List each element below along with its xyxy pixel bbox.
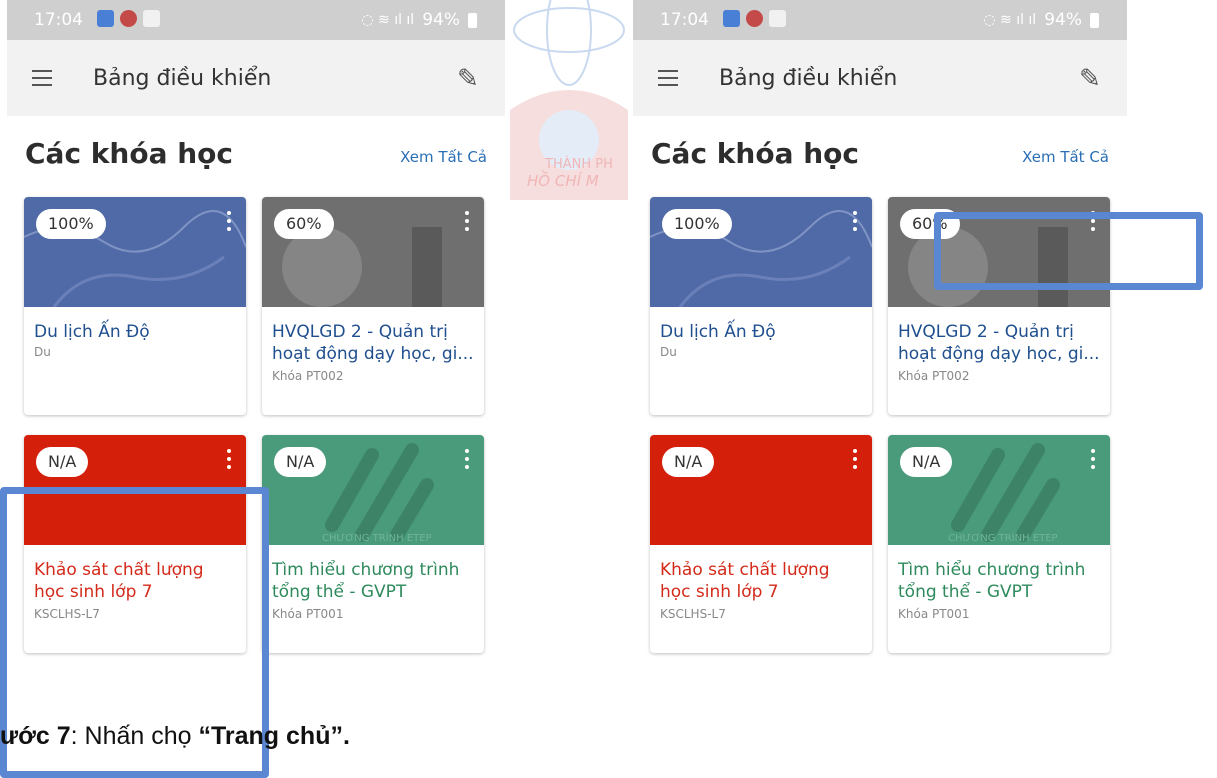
course-code: Khóa PT002 [272, 369, 344, 383]
watermark-line-1: THÀNH PH [544, 156, 613, 172]
pencil-edit-icon[interactable]: ✎ [457, 64, 485, 94]
instruction-caption: ước 7: Nhấn chọ “Trang chủ”. [0, 722, 350, 751]
course-code: Du [34, 345, 51, 359]
pencil-edit-icon[interactable]: ✎ [1079, 64, 1107, 94]
more-options-icon[interactable] [226, 449, 232, 469]
course-code: Du [660, 345, 677, 359]
watermark-logo: THÀNH PH HỒ CHÍ M [510, 0, 628, 200]
course-title: Du lịch Ấn Độ [660, 322, 776, 342]
course-title: Khảo sát chất lượng học sinh lớp 7 [660, 560, 830, 602]
status-time: 17:04 [34, 10, 83, 30]
see-all-link[interactable]: Xem Tất Cả [400, 148, 487, 166]
more-options-icon[interactable] [852, 449, 858, 469]
see-all-link[interactable]: Xem Tất Cả [1022, 148, 1109, 166]
battery-level: 94% [422, 10, 460, 30]
course-title: Tìm hiểu chương trình tổng thể - GVPT [898, 560, 1086, 602]
hamburger-menu-icon[interactable] [32, 70, 52, 86]
progress-badge: N/A [36, 447, 89, 477]
status-bar: 17:04 ◌ ≋ ıl ıl 94% [633, 0, 1127, 40]
course-title: HVQLGD 2 - Quản trị hoạt động dạy học, g… [898, 322, 1100, 364]
battery-icon [468, 12, 477, 28]
section-title: Các khóa học [651, 137, 859, 170]
course-card[interactable]: CHƯƠNG TRÌNH ETEP N/A Tìm hiểu chương tr… [262, 435, 484, 653]
caption-step: ước 7 [0, 722, 71, 750]
app-bar: Bảng điều khiển ✎ [633, 40, 1127, 116]
status-time: 17:04 [660, 10, 709, 30]
caption-target: “Trang chủ”. [198, 722, 350, 750]
phone-screenshot-right: 17:04 ◌ ≋ ıl ıl 94% Bảng điều khiển ✎ Cá… [633, 0, 1127, 700]
app-bar-title: Bảng điều khiển [719, 66, 898, 91]
notification-icons [723, 10, 786, 27]
course-code: Khóa PT001 [272, 607, 344, 621]
course-code: KSCLHS-L7 [660, 607, 726, 621]
battery-icon [1090, 12, 1099, 28]
more-options-icon[interactable] [1090, 449, 1096, 469]
course-card[interactable]: 100% Du lịch Ấn Độ Du [24, 197, 246, 415]
shield-icon [746, 10, 763, 27]
progress-badge: 100% [36, 209, 106, 239]
app-notification-icon [723, 10, 740, 27]
hamburger-menu-icon[interactable] [658, 70, 678, 86]
thumbnail-text: CHƯƠNG TRÌNH ETEP [322, 531, 432, 544]
signal-icon: ◌ ≋ ıl ıl [361, 12, 415, 28]
more-options-icon[interactable] [852, 211, 858, 231]
progress-badge: N/A [662, 447, 715, 477]
watermark-line-2: HỒ CHÍ M [527, 169, 599, 190]
progress-badge: 60% [274, 209, 334, 239]
course-code: Khóa PT001 [898, 607, 970, 621]
course-code: Khóa PT002 [898, 369, 970, 383]
thumbnail-text: CHƯƠNG TRÌNH ETEP [948, 531, 1058, 544]
caption-text: : Nhấn chọ [70, 722, 192, 750]
battery-level: 94% [1044, 10, 1082, 30]
course-title: Du lịch Ấn Độ [34, 322, 150, 342]
section-title: Các khóa học [25, 137, 233, 170]
more-options-icon[interactable] [226, 211, 232, 231]
course-title: Tìm hiểu chương trình tổng thể - GVPT [272, 560, 460, 602]
notification-icons [97, 10, 160, 27]
progress-badge: N/A [900, 447, 953, 477]
status-bar: 17:04 ◌ ≋ ıl ıl 94% [7, 0, 505, 40]
progress-badge: 100% [662, 209, 732, 239]
signal-icon: ◌ ≋ ıl ıl [983, 12, 1037, 28]
course-title: HVQLGD 2 - Quản trị hoạt động dạy học, g… [272, 322, 474, 364]
course-card[interactable]: N/A Khảo sát chất lượng học sinh lớp 7 K… [650, 435, 872, 653]
shield-icon [120, 10, 137, 27]
more-options-icon[interactable] [464, 211, 470, 231]
app-bar-title: Bảng điều khiển [93, 66, 272, 91]
image-icon [143, 10, 160, 27]
course-card[interactable]: CHƯƠNG TRÌNH ETEP N/A Tìm hiểu chương tr… [888, 435, 1110, 653]
app-notification-icon [97, 10, 114, 27]
app-bar: Bảng điều khiển ✎ [7, 40, 505, 116]
course-card[interactable]: 100% Du lịch Ấn Độ Du [650, 197, 872, 415]
progress-badge: N/A [274, 447, 327, 477]
highlight-box-progress [934, 212, 1203, 290]
image-icon [769, 10, 786, 27]
course-card[interactable]: 60% HVQLGD 2 - Quản trị hoạt động dạy họ… [262, 197, 484, 415]
more-options-icon[interactable] [464, 449, 470, 469]
